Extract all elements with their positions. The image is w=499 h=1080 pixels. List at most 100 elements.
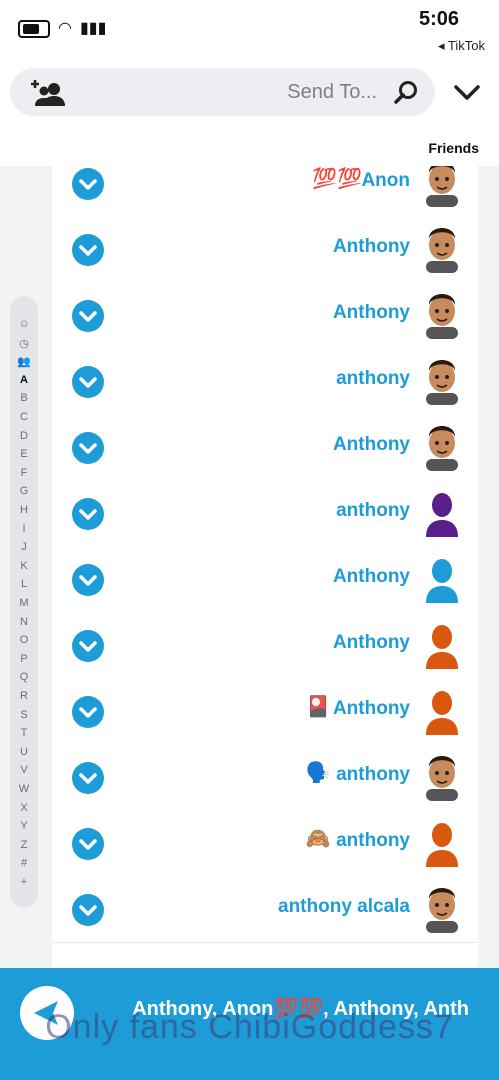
friend-name: anthony	[336, 368, 410, 389]
friend-row[interactable]: anthony	[52, 480, 478, 547]
friend-name: anthony	[336, 764, 410, 785]
friend-name: Anthony	[332, 566, 410, 587]
alpha-index-letter[interactable]: ☺	[10, 318, 38, 330]
avatar	[422, 885, 462, 933]
alpha-index-letter[interactable]: A	[10, 374, 38, 386]
alpha-index-letter[interactable]: K	[10, 560, 38, 572]
friend-name: Anthony	[332, 302, 410, 323]
section-title: Friends	[428, 140, 479, 156]
friends-list[interactable]: Anon 💯💯 Anthony Anthony anthony Anthony anthon…	[52, 166, 478, 996]
alpha-index-letter[interactable]: X	[10, 802, 38, 814]
friend-row[interactable]: Anthony	[52, 414, 478, 481]
alpha-index-letter[interactable]: W	[10, 783, 38, 795]
friend-name: Anon	[361, 170, 410, 191]
add-friends-icon[interactable]	[28, 78, 68, 108]
friend-row[interactable]: Anon 💯💯	[52, 166, 478, 217]
select-checkbox[interactable]	[72, 168, 104, 200]
select-checkbox[interactable]	[72, 762, 104, 794]
alpha-index-letter[interactable]: O	[10, 634, 38, 646]
search-icon	[394, 81, 417, 104]
alpha-index-letter[interactable]: H	[10, 504, 38, 516]
alpha-index-letter[interactable]: Z	[10, 839, 38, 851]
alpha-index-letter[interactable]: E	[10, 448, 38, 460]
friend-emoji: 💯💯	[312, 168, 362, 190]
alpha-index-letter[interactable]: F	[10, 467, 38, 479]
wifi-icon: ◠	[58, 20, 72, 37]
friend-name: Anthony	[332, 236, 410, 257]
alpha-index-letter[interactable]: I	[10, 523, 38, 535]
alpha-index-letter[interactable]: B	[10, 392, 38, 404]
select-checkbox[interactable]	[72, 630, 104, 662]
avatar	[422, 357, 462, 405]
check-chevron-icon	[79, 707, 97, 718]
select-checkbox[interactable]	[72, 234, 104, 266]
avatar	[422, 687, 462, 735]
check-chevron-icon	[79, 575, 97, 586]
select-checkbox[interactable]	[72, 894, 104, 926]
alpha-index-letter[interactable]: P	[10, 653, 38, 665]
alphabet-index[interactable]: ☺ ◷ 👥 A B C D E F G H I J K L M N O P Q R S T U V W X Y Z # +	[10, 296, 38, 908]
select-checkbox[interactable]	[72, 498, 104, 530]
avatar	[422, 489, 462, 537]
friend-row[interactable]: anthony 🙈	[52, 810, 478, 877]
alpha-index-letter[interactable]: J	[10, 541, 38, 553]
friend-row[interactable]: Anthony	[52, 612, 478, 679]
alpha-index-letter[interactable]: R	[10, 690, 38, 702]
friend-emoji: 🗣️	[305, 762, 331, 784]
friend-row[interactable]: Anthony 🎴	[52, 678, 478, 745]
search-input[interactable]: Send To...	[10, 68, 435, 116]
watermark-text: Only fans ChibiGoddess7	[45, 1008, 454, 1046]
alpha-index-letter[interactable]: +	[10, 876, 38, 888]
alpha-index-letter[interactable]: 👥	[10, 355, 38, 368]
alpha-index-letter[interactable]: S	[10, 709, 38, 721]
status-icons: ◠ ▮▮▮	[18, 20, 106, 38]
select-checkbox[interactable]	[72, 828, 104, 860]
check-chevron-icon	[79, 179, 97, 190]
friend-name: Anthony	[332, 632, 410, 653]
check-chevron-icon	[79, 509, 97, 520]
check-chevron-icon	[79, 839, 97, 850]
friend-row[interactable]: anthony	[52, 348, 478, 415]
alpha-index-letter[interactable]: C	[10, 411, 38, 423]
alpha-index-letter[interactable]: D	[10, 430, 38, 442]
alpha-index-letter[interactable]: Q	[10, 671, 38, 683]
check-chevron-icon	[79, 905, 97, 916]
friend-name: Anthony	[332, 698, 410, 719]
avatar	[422, 819, 462, 867]
friend-emoji: 🎴	[305, 696, 331, 718]
friend-row[interactable]: anthony alcala	[52, 876, 478, 943]
alpha-index-letter[interactable]: L	[10, 578, 38, 590]
select-checkbox[interactable]	[72, 300, 104, 332]
select-checkbox[interactable]	[72, 564, 104, 596]
alpha-index-letter[interactable]: U	[10, 746, 38, 758]
select-checkbox[interactable]	[72, 366, 104, 398]
avatar	[422, 621, 462, 669]
select-checkbox[interactable]	[72, 696, 104, 728]
select-checkbox[interactable]	[72, 432, 104, 464]
chevron-down-icon[interactable]	[452, 80, 482, 104]
friend-row[interactable]: Anthony	[52, 216, 478, 283]
alpha-index-letter[interactable]: T	[10, 727, 38, 739]
battery-icon	[18, 20, 50, 38]
alpha-index-letter[interactable]: M	[10, 597, 38, 609]
friend-row[interactable]: anthony 🗣️	[52, 744, 478, 811]
alpha-index-letter[interactable]: G	[10, 485, 38, 497]
section-header: Friends	[0, 130, 499, 166]
back-to-tiktok-link[interactable]: ◂ TikTok	[438, 38, 485, 54]
check-chevron-icon	[79, 773, 97, 784]
search-placeholder: Send To...	[287, 81, 377, 103]
alpha-index-letter[interactable]: ◷	[10, 337, 38, 350]
alpha-index-letter[interactable]: Y	[10, 820, 38, 832]
avatar	[422, 423, 462, 471]
check-chevron-icon	[79, 245, 97, 256]
avatar	[422, 166, 462, 207]
friend-row[interactable]: Anthony	[52, 546, 478, 613]
signal-icon: ▮▮▮	[79, 20, 107, 37]
friend-row[interactable]: Anthony	[52, 282, 478, 349]
alpha-index-letter[interactable]: N	[10, 616, 38, 628]
avatar	[422, 291, 462, 339]
friend-name: anthony	[336, 830, 410, 851]
alpha-index-letter[interactable]: V	[10, 764, 38, 776]
alpha-index-letter[interactable]: #	[10, 857, 38, 869]
avatar	[422, 555, 462, 603]
